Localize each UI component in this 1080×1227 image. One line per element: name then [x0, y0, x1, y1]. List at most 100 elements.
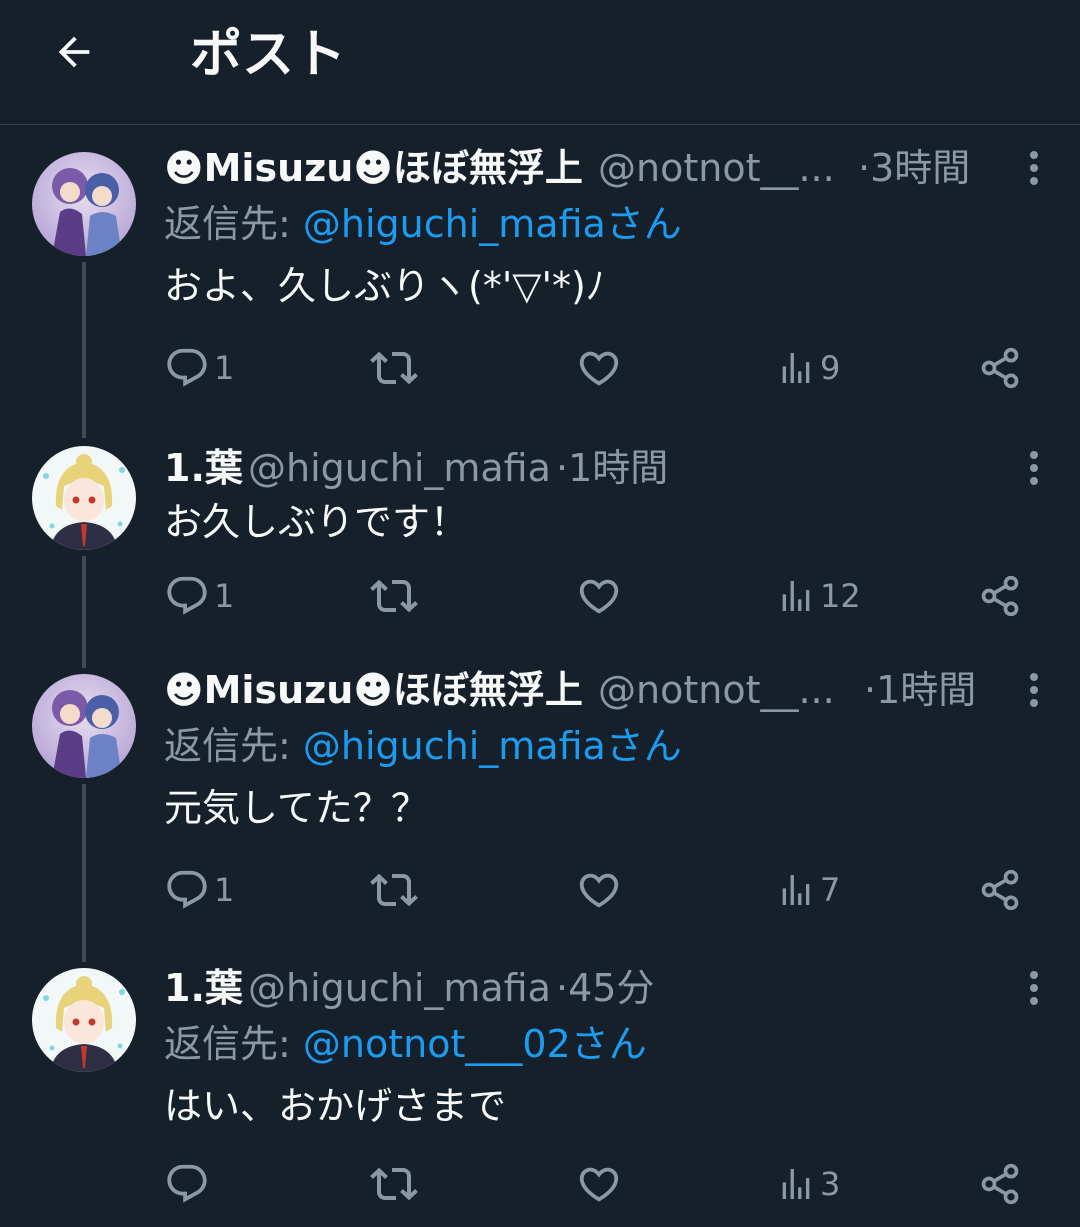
user-handle[interactable]: @notnot__... — [598, 662, 835, 718]
reply-context: 返信先: @higuchi_mafiaさん — [164, 718, 1040, 774]
avatar-image-ha — [32, 968, 136, 1072]
more-icon — [1030, 971, 1038, 1005]
avatar[interactable] — [32, 674, 136, 778]
reply-to-link[interactable]: @notnot___02さん — [303, 1022, 647, 1066]
retweet-icon — [370, 1167, 418, 1201]
more-button[interactable] — [1010, 144, 1040, 192]
back-arrow-icon — [58, 36, 90, 68]
tweet[interactable]: ☻Misuzu☻ほぼ無浮上 @notnot__... ·1時間 返信先: @hi… — [0, 662, 1080, 962]
tweet-meta: ☻Misuzu☻ほぼ無浮上 @notnot__... ·1時間 — [164, 662, 1040, 718]
reply-to-link[interactable]: @higuchi_mafiaさん — [303, 202, 682, 246]
like-icon — [579, 873, 619, 908]
display-name[interactable]: 1.葉 — [164, 440, 243, 496]
reply-button[interactable] — [164, 1156, 214, 1212]
display-name[interactable]: ☻Misuzu☻ほぼ無浮上 — [164, 140, 583, 196]
views-button[interactable]: 9 — [776, 340, 840, 396]
share-icon — [981, 347, 1019, 389]
like-icon — [579, 1167, 619, 1202]
share-button[interactable] — [978, 340, 1022, 396]
page-title: ポスト — [190, 25, 347, 85]
reply-count: 1 — [214, 871, 235, 909]
tweet-meta: 1.葉 @higuchi_mafia ·45分 — [164, 960, 1040, 1016]
timestamp[interactable]: ·1時間 — [864, 662, 976, 718]
user-handle[interactable]: @higuchi_mafia — [248, 960, 551, 1016]
like-button[interactable] — [576, 862, 622, 918]
timestamp[interactable]: ·45分 — [556, 960, 654, 1016]
avatar-image-misuzu — [32, 152, 136, 256]
reply-button[interactable]: 1 — [164, 862, 234, 918]
display-name[interactable]: 1.葉 — [164, 960, 243, 1016]
like-button[interactable] — [576, 1156, 622, 1212]
views-button[interactable]: 12 — [776, 568, 861, 624]
tweet-actions: 3 — [164, 1156, 1044, 1212]
avatar-image-ha — [32, 446, 136, 550]
tweet-text: およ、久しぶりヽ(*'▽'*)ﾉ — [164, 264, 605, 308]
avatar[interactable] — [32, 152, 136, 256]
retweet-icon — [370, 579, 418, 613]
share-button[interactable] — [978, 1156, 1022, 1212]
views-icon — [782, 353, 810, 383]
tweet-actions: 1 12 — [164, 568, 1044, 624]
display-name[interactable]: ☻Misuzu☻ほぼ無浮上 — [164, 662, 583, 718]
views-button[interactable]: 3 — [776, 1156, 840, 1212]
reply-context: 返信先: @notnot___02さん — [164, 1016, 1040, 1072]
retweet-button[interactable] — [370, 340, 418, 396]
more-icon — [1030, 673, 1038, 707]
retweet-icon — [370, 351, 418, 385]
avatar[interactable] — [32, 446, 136, 550]
reply-icon — [167, 348, 207, 387]
reply-count: 1 — [214, 349, 235, 387]
view-count: 9 — [820, 349, 841, 387]
share-icon — [981, 575, 1019, 617]
tweet-meta: 1.葉 @higuchi_mafia ·1時間 — [164, 440, 1040, 496]
share-button[interactable] — [978, 862, 1022, 918]
reply-to-link[interactable]: @higuchi_mafiaさん — [303, 724, 682, 768]
more-icon — [1030, 451, 1038, 485]
more-button[interactable] — [1010, 444, 1040, 492]
timestamp[interactable]: ·3時間 — [858, 140, 970, 196]
retweet-icon — [370, 873, 418, 907]
back-button[interactable] — [44, 22, 104, 82]
reply-count: 1 — [214, 577, 235, 615]
retweet-button[interactable] — [370, 568, 418, 624]
tweet-text: 元気してた？？ — [164, 786, 429, 830]
top-app-bar: ポスト — [0, 0, 1080, 125]
reply-context: 返信先: @higuchi_mafiaさん — [164, 196, 1040, 252]
tweet-actions: 1 7 — [164, 862, 1044, 918]
more-button[interactable] — [1010, 964, 1040, 1012]
retweet-button[interactable] — [370, 862, 418, 918]
like-button[interactable] — [576, 340, 622, 396]
share-icon — [981, 869, 1019, 911]
avatar-image-misuzu — [32, 674, 136, 778]
reply-prefix: 返信先: — [164, 724, 303, 768]
share-button[interactable] — [978, 568, 1022, 624]
reply-prefix: 返信先: — [164, 1022, 303, 1066]
reply-icon — [167, 1164, 207, 1203]
view-count: 3 — [820, 1165, 841, 1203]
tweet[interactable]: 1.葉 @higuchi_mafia ·1時間 お久しぶりです！ 1 12 — [0, 436, 1080, 666]
reply-icon — [167, 870, 207, 909]
share-icon — [981, 1163, 1019, 1205]
view-count: 12 — [820, 577, 861, 615]
tweet-text: はい、おかげさまで — [164, 1084, 507, 1128]
user-handle[interactable]: @higuchi_mafia — [248, 440, 551, 496]
views-icon — [782, 875, 810, 905]
reply-button[interactable]: 1 — [164, 568, 234, 624]
tweet-actions: 1 9 — [164, 340, 1044, 396]
reply-button[interactable]: 1 — [164, 340, 234, 396]
timestamp[interactable]: ·1時間 — [556, 440, 668, 496]
user-handle[interactable]: @notnot__... — [598, 140, 835, 196]
views-button[interactable]: 7 — [776, 862, 840, 918]
more-button[interactable] — [1010, 666, 1040, 714]
like-button[interactable] — [576, 568, 622, 624]
tweet[interactable]: 1.葉 @higuchi_mafia ·45分 返信先: @notnot___0… — [0, 956, 1080, 1227]
reply-icon — [167, 576, 207, 615]
avatar[interactable] — [32, 968, 136, 1072]
like-icon — [579, 351, 619, 386]
views-icon — [782, 581, 810, 611]
retweet-button[interactable] — [370, 1156, 418, 1212]
tweet[interactable]: ☻Misuzu☻ほぼ無浮上 @notnot__... ·3時間 返信先: @hi… — [0, 140, 1080, 440]
views-icon — [782, 1169, 810, 1199]
more-icon — [1030, 151, 1038, 185]
tweet-text: お久しぶりです！ — [164, 500, 469, 544]
